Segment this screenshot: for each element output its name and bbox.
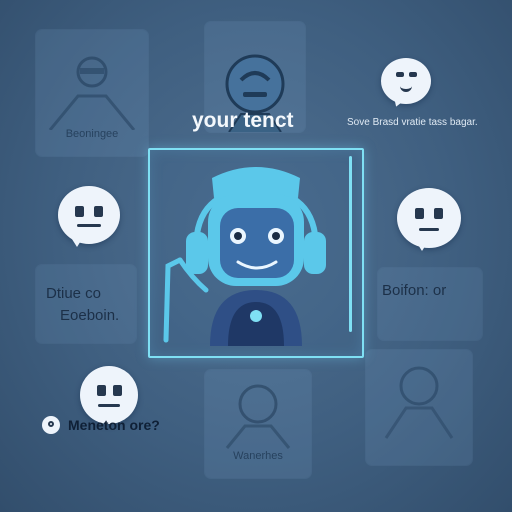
left-label-bottom: Eoeboin. — [60, 307, 120, 324]
info-card-left[interactable] — [36, 265, 136, 343]
right-label: Boifon: or — [382, 282, 447, 299]
user-card-top-left[interactable]: Beoningee — [36, 30, 148, 156]
user-card-bottom-center[interactable]: Wanerhes — [205, 370, 311, 478]
robot-avatar-icon — [163, 167, 326, 346]
comment-icon[interactable] — [42, 416, 60, 434]
chat-bubble-face-icon[interactable] — [381, 58, 431, 110]
chat-bubble-face-icon[interactable] — [80, 366, 138, 424]
user-card-bottom-right[interactable] — [366, 350, 472, 465]
chat-bubble-face-icon[interactable] — [58, 186, 120, 247]
selected-avatar-frame[interactable] — [148, 148, 364, 358]
page-subtitle: Sove Brasd vratie tass bagar. — [347, 117, 478, 128]
left-label-top: Dtiue co — [46, 285, 102, 302]
card-caption: Wanerhes — [233, 450, 283, 462]
card-caption: Beoningee — [65, 128, 119, 140]
user-avatar-icon — [225, 384, 291, 449]
user-avatar-icon — [48, 56, 136, 130]
user-avatar-icon — [384, 366, 454, 439]
chat-bubble-face-icon[interactable] — [397, 188, 461, 251]
info-card-right[interactable] — [378, 268, 482, 340]
page-title: your tenct — [192, 109, 294, 132]
comment-prompt[interactable]: Meneton ore? — [68, 417, 160, 433]
